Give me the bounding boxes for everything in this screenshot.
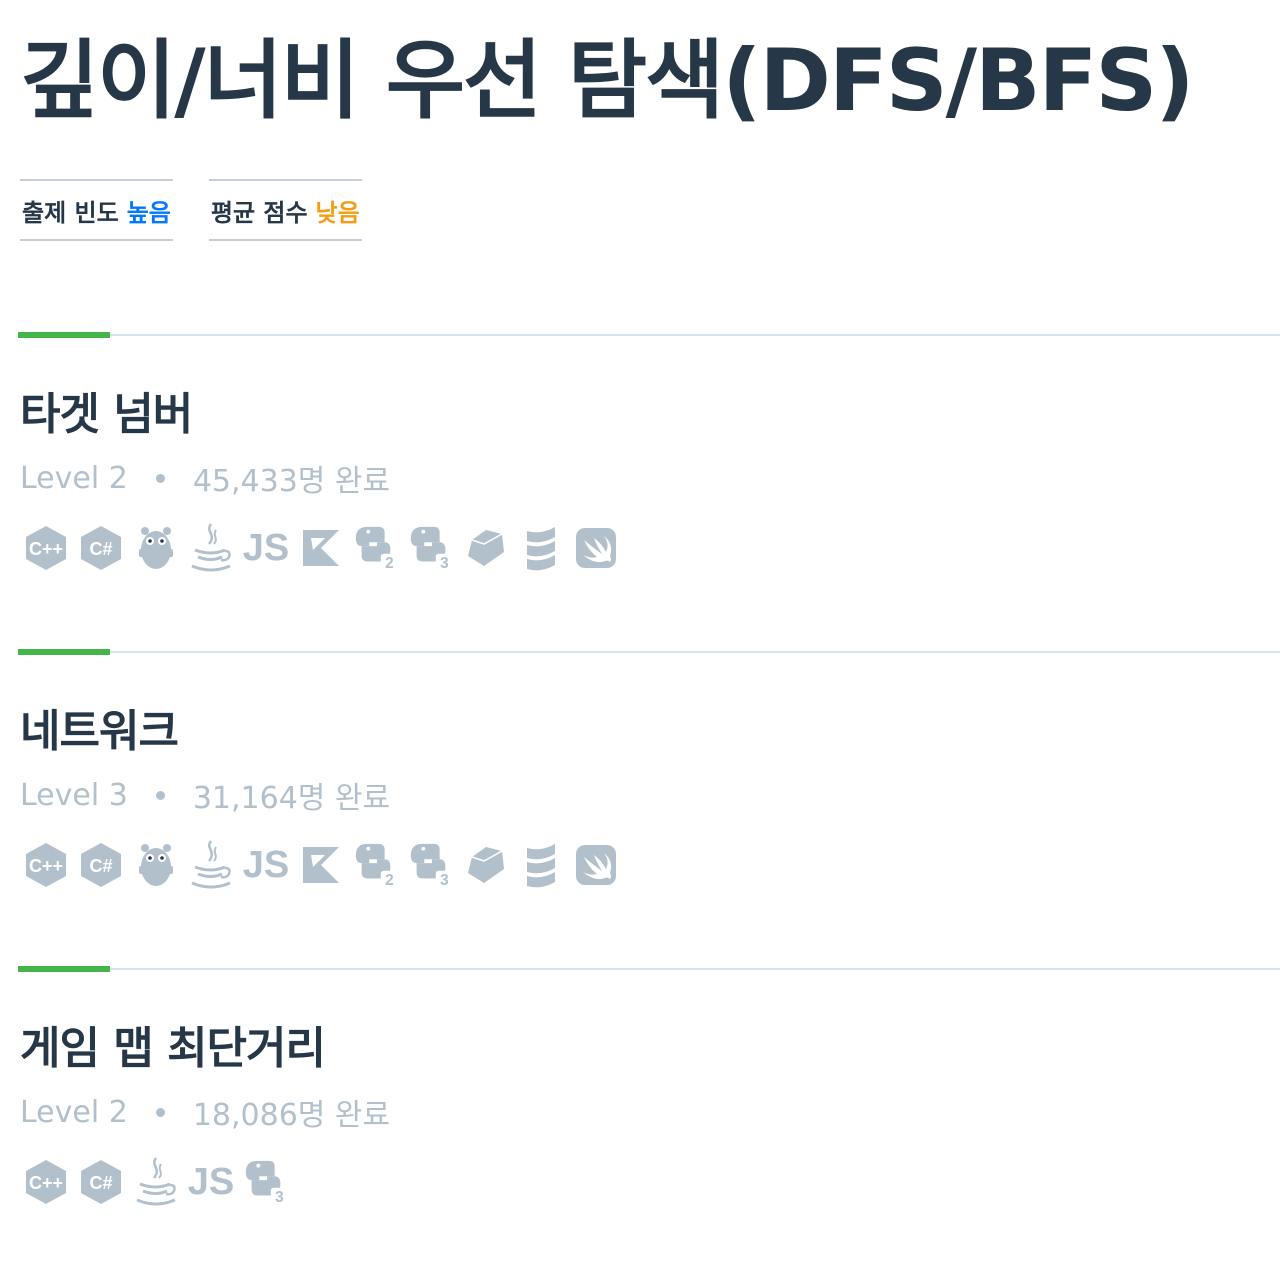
problem-card[interactable]: 네트워크 Level 3 31,164명 완료 C++ C# JS 2 3 xyxy=(18,649,1280,951)
svg-text:2: 2 xyxy=(385,872,394,889)
average-score-badge: 평균 점수 낮음 xyxy=(208,179,362,241)
go-icon xyxy=(132,522,180,574)
separator-dot xyxy=(155,473,165,483)
problem-completed-count: 45,433명 완료 xyxy=(192,464,391,499)
svg-text:C#: C# xyxy=(89,856,112,876)
problem-meta: Level 3 31,164명 완료 xyxy=(20,773,390,817)
svg-text:C++: C++ xyxy=(29,539,63,559)
problem-meta: Level 2 18,086명 완료 xyxy=(20,1090,390,1134)
problem-card[interactable]: 타겟 넘버 Level 2 45,433명 완료 C++ C# JS 2 3 xyxy=(18,332,1280,634)
problem-level: Level 2 xyxy=(20,1094,128,1130)
accent-bar xyxy=(18,966,110,972)
python2-icon: 2 xyxy=(352,522,400,574)
scala-icon xyxy=(517,522,565,574)
java-icon xyxy=(187,522,235,574)
svg-text:2: 2 xyxy=(385,555,394,572)
frequency-value: 높음 xyxy=(126,198,171,227)
python3-icon: 3 xyxy=(242,1156,290,1208)
problem-title-link[interactable]: 게임 맵 최단거리 xyxy=(20,1012,326,1076)
javascript-icon: JS xyxy=(242,843,290,886)
ruby-icon xyxy=(462,522,510,574)
scala-icon xyxy=(517,839,565,891)
divider xyxy=(18,334,1280,336)
svg-text:3: 3 xyxy=(440,872,449,889)
swift-icon xyxy=(572,839,620,891)
javascript-icon: JS xyxy=(242,526,290,569)
javascript-icon: JS xyxy=(187,1160,235,1203)
problem-title-link[interactable]: 네트워크 xyxy=(20,695,179,759)
separator-dot xyxy=(155,790,165,800)
go-icon xyxy=(132,839,180,891)
cpp-icon: C++ xyxy=(22,839,70,891)
average-score-value: 낮음 xyxy=(315,198,360,227)
kotlin-icon xyxy=(297,522,345,574)
svg-text:C++: C++ xyxy=(29,1173,63,1193)
csharp-icon: C# xyxy=(77,839,125,891)
python2-icon: 2 xyxy=(352,839,400,891)
stats-badges: 출제 빈도 높음 평균 점수 낮음 xyxy=(20,179,362,241)
java-icon xyxy=(187,839,235,891)
problem-completed-count: 31,164명 완료 xyxy=(192,781,391,816)
python3-icon: 3 xyxy=(407,522,455,574)
svg-text:C++: C++ xyxy=(29,856,63,876)
problem-title-link[interactable]: 타겟 넘버 xyxy=(20,378,193,442)
divider xyxy=(18,968,1280,970)
cpp-icon: C++ xyxy=(22,522,70,574)
java-icon xyxy=(132,1156,180,1208)
kotlin-icon xyxy=(297,839,345,891)
accent-bar xyxy=(18,649,110,655)
svg-text:C#: C# xyxy=(89,1173,112,1193)
divider xyxy=(18,651,1280,653)
problem-meta: Level 2 45,433명 완료 xyxy=(20,456,390,500)
language-list: C++ C# JS 2 3 xyxy=(22,522,620,574)
separator-dot xyxy=(155,1107,165,1117)
svg-text:3: 3 xyxy=(275,1189,284,1206)
problem-card[interactable]: 게임 맵 최단거리 Level 2 18,086명 완료 C++ C# JS 3 xyxy=(18,966,1280,1268)
problem-level: Level 2 xyxy=(20,460,128,496)
average-score-label: 평균 점수 xyxy=(210,198,308,227)
csharp-icon: C# xyxy=(77,522,125,574)
csharp-icon: C# xyxy=(77,1156,125,1208)
swift-icon xyxy=(572,522,620,574)
svg-text:C#: C# xyxy=(89,539,112,559)
ruby-icon xyxy=(462,839,510,891)
problem-level: Level 3 xyxy=(20,777,128,813)
python3-icon: 3 xyxy=(407,839,455,891)
accent-bar xyxy=(18,332,110,338)
language-list: C++ C# JS 3 xyxy=(22,1156,290,1208)
frequency-badge: 출제 빈도 높음 xyxy=(20,179,173,241)
cpp-icon: C++ xyxy=(22,1156,70,1208)
frequency-label: 출제 빈도 xyxy=(22,198,119,227)
svg-text:3: 3 xyxy=(440,555,449,572)
problem-completed-count: 18,086명 완료 xyxy=(192,1098,391,1133)
page-title: 깊이/너비 우선 탐색(DFS/BFS) xyxy=(20,31,1195,131)
language-list: C++ C# JS 2 3 xyxy=(22,839,620,891)
